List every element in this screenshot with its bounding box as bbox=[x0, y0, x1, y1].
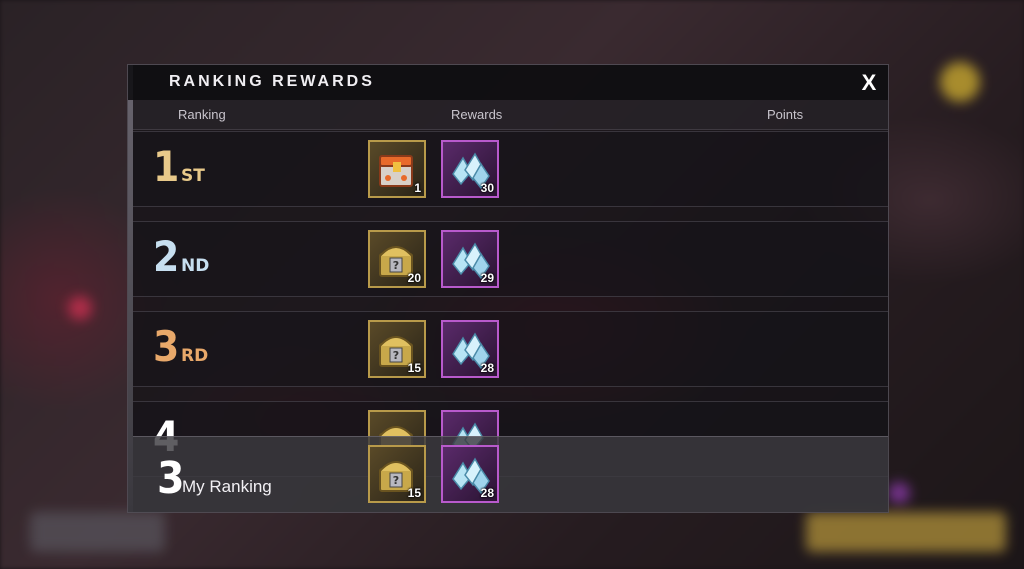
ranking-rewards-panel: RANKING REWARDS X Ranking Rewards Points… bbox=[127, 64, 889, 513]
reward-item-crystal[interactable]: 29 bbox=[441, 230, 499, 288]
reward-item-mystery-chest[interactable]: ? 20 bbox=[368, 230, 426, 288]
column-ranking: Ranking bbox=[178, 107, 226, 122]
panel-title: RANKING REWARDS bbox=[169, 73, 375, 90]
svg-text:?: ? bbox=[393, 259, 399, 272]
ranking-row-2: 2 ND ? 20 29 bbox=[133, 221, 888, 297]
reward-count: 15 bbox=[407, 361, 421, 375]
column-points: Points bbox=[767, 107, 804, 122]
svg-text:?: ? bbox=[393, 474, 399, 487]
reward-count: 30 bbox=[480, 181, 494, 195]
panel-header: RANKING REWARDS X bbox=[128, 65, 888, 100]
reward-count: 1 bbox=[414, 181, 421, 195]
column-rewards: Rewards bbox=[451, 107, 503, 122]
background-light-icon bbox=[68, 296, 92, 320]
rank-number: 3 bbox=[153, 322, 180, 371]
ranking-row-3: 3 RD ? 15 28 bbox=[133, 311, 888, 387]
column-header: Ranking Rewards Points bbox=[133, 100, 888, 130]
close-button[interactable]: X bbox=[856, 69, 882, 97]
reward-item-crystal[interactable]: 30 bbox=[441, 140, 499, 198]
reward-item-legendary-chest[interactable]: 1 bbox=[368, 140, 426, 198]
reward-item-mystery-chest[interactable]: ? 15 bbox=[368, 445, 426, 503]
background-coin-icon bbox=[940, 62, 980, 102]
my-rank-number: 3 bbox=[157, 453, 185, 504]
background-orb-icon bbox=[888, 482, 910, 504]
svg-text:?: ? bbox=[393, 349, 399, 362]
rank-number: 2 bbox=[153, 232, 180, 281]
reward-count: 20 bbox=[407, 271, 421, 285]
background-button-right bbox=[806, 512, 1006, 552]
reward-count: 28 bbox=[480, 486, 494, 500]
rank-suffix: ST bbox=[181, 166, 205, 186]
reward-item-crystal[interactable]: 28 bbox=[441, 445, 499, 503]
my-ranking-row: 3 My Ranking ? 15 28 bbox=[133, 436, 888, 512]
reward-count: 15 bbox=[407, 486, 421, 500]
rank-suffix: ND bbox=[181, 256, 210, 276]
rank-number: 1 bbox=[153, 142, 180, 191]
reward-item-mystery-chest[interactable]: ? 15 bbox=[368, 320, 426, 378]
my-ranking-label: My Ranking bbox=[182, 477, 272, 496]
ranking-row-1: 1 ST 1 30 bbox=[133, 131, 888, 207]
reward-item-crystal[interactable]: 28 bbox=[441, 320, 499, 378]
reward-count: 28 bbox=[480, 361, 494, 375]
rank-suffix: RD bbox=[181, 346, 209, 366]
background-button-left bbox=[30, 512, 165, 552]
reward-count: 29 bbox=[480, 271, 494, 285]
